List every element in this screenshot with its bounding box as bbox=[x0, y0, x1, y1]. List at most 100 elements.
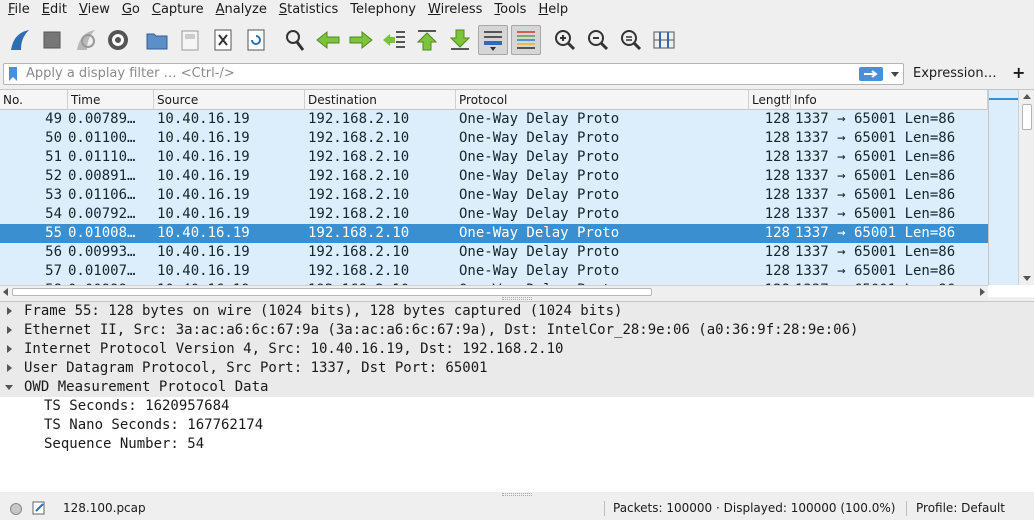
expert-info-icon[interactable] bbox=[10, 503, 22, 515]
first-packet-icon[interactable] bbox=[412, 25, 442, 55]
pane-splitter-bottom[interactable] bbox=[502, 493, 532, 496]
packet-cell-info: 1337 → 65001 Len=86 bbox=[795, 111, 956, 127]
detail-tree-item[interactable]: OWD Measurement Protocol Data bbox=[0, 378, 1034, 397]
menu-view[interactable]: View bbox=[73, 0, 116, 20]
close-file-icon[interactable] bbox=[208, 25, 238, 55]
scroll-left-icon[interactable] bbox=[3, 288, 8, 296]
capture-options-icon[interactable] bbox=[103, 25, 133, 55]
column-header-info[interactable]: Info bbox=[791, 90, 988, 110]
packet-cell-proto: One-Way Delay Proto bbox=[459, 130, 620, 146]
packet-row[interactable]: 54 0.00792… 10.40.16.19 192.168.2.10 One-Way… bbox=[0, 205, 988, 224]
packet-cell-no: 52 bbox=[45, 168, 62, 184]
column-header-time[interactable]: Time bbox=[68, 90, 154, 110]
colorize-icon[interactable] bbox=[511, 25, 541, 55]
column-header-source[interactable]: Source bbox=[154, 90, 305, 110]
packet-cell-proto: One-Way Delay Proto bbox=[459, 244, 620, 260]
last-packet-icon[interactable] bbox=[445, 25, 475, 55]
scroll-right-icon[interactable] bbox=[980, 288, 985, 296]
menu-edit[interactable]: Edit bbox=[36, 0, 73, 20]
packet-row[interactable]: 53 0.01106… 10.40.16.19 192.168.2.10 One-Way… bbox=[0, 186, 988, 205]
detail-tree-item[interactable]: Frame 55: 128 bytes on wire (1024 bits),… bbox=[0, 302, 1034, 321]
packet-minimap[interactable] bbox=[988, 90, 1019, 285]
packet-cell-proto: One-Way Delay Proto bbox=[459, 263, 620, 279]
packet-cell-time: 0.00789… bbox=[68, 111, 136, 127]
packet-row[interactable]: 52 0.00891… 10.40.16.19 192.168.2.10 One-Way… bbox=[0, 167, 988, 186]
collapsed-arrow-icon[interactable] bbox=[7, 345, 12, 353]
menu-help[interactable]: Help bbox=[532, 0, 574, 20]
menu-wireless[interactable]: Wireless bbox=[422, 0, 488, 20]
reload-file-icon[interactable] bbox=[241, 25, 271, 55]
detail-tree-label: OWD Measurement Protocol Data bbox=[24, 379, 269, 395]
go-to-packet-icon[interactable] bbox=[379, 25, 409, 55]
status-file-name: 128.100.pcap bbox=[63, 501, 146, 515]
display-filter-input[interactable]: Apply a display filter … <Ctrl-/> bbox=[3, 63, 904, 85]
packet-list-vertical-scrollbar[interactable] bbox=[1018, 90, 1034, 285]
expanded-arrow-icon[interactable] bbox=[5, 385, 13, 390]
menu-file[interactable]: File bbox=[2, 0, 36, 20]
collapsed-arrow-icon[interactable] bbox=[7, 307, 12, 315]
detail-field[interactable]: TS Seconds: 1620957684 bbox=[0, 397, 1034, 416]
pane-splitter[interactable] bbox=[502, 297, 532, 300]
find-packet-icon[interactable] bbox=[280, 25, 310, 55]
column-header-length[interactable]: Length bbox=[749, 90, 791, 110]
detail-tree-item[interactable]: User Datagram Protocol, Src Port: 1337, … bbox=[0, 359, 1034, 378]
column-header-destination[interactable]: Destination bbox=[305, 90, 456, 110]
apply-filter-icon[interactable] bbox=[859, 67, 883, 81]
detail-tree-item[interactable]: Ethernet II, Src: 3a:ac:a6:6c:67:9a (3a:… bbox=[0, 321, 1034, 340]
capture-comment-icon[interactable] bbox=[32, 501, 46, 515]
status-divider bbox=[906, 501, 907, 516]
scroll-thumb[interactable] bbox=[1022, 104, 1032, 130]
scroll-down-icon[interactable] bbox=[1023, 276, 1031, 281]
save-file-icon[interactable] bbox=[175, 25, 205, 55]
packet-row[interactable]: 56 0.00993… 10.40.16.19 192.168.2.10 One-Way… bbox=[0, 243, 988, 262]
packet-row[interactable]: 57 0.01007… 10.40.16.19 192.168.2.10 One-Way… bbox=[0, 262, 988, 281]
packet-row[interactable]: 50 0.01100… 10.40.16.19 192.168.2.10 One-Way… bbox=[0, 129, 988, 148]
packet-cell-time: 0.00993… bbox=[68, 244, 136, 260]
column-header-protocol[interactable]: Protocol bbox=[456, 90, 749, 110]
start-capture-icon[interactable] bbox=[4, 25, 34, 55]
menu-analyze[interactable]: Analyze bbox=[210, 0, 273, 20]
detail-field[interactable]: TS Nano Seconds: 167762174 bbox=[0, 416, 1034, 435]
resize-columns-icon[interactable] bbox=[649, 25, 679, 55]
packet-row-selected[interactable]: 55 0.01008… 10.40.16.19 192.168.2.10 One-Way… bbox=[0, 224, 988, 243]
packet-row[interactable]: 51 0.01110… 10.40.16.19 192.168.2.10 One-Way… bbox=[0, 148, 988, 167]
scroll-up-icon[interactable] bbox=[1023, 94, 1031, 99]
open-file-icon[interactable] bbox=[142, 25, 172, 55]
zoom-out-icon[interactable] bbox=[583, 25, 613, 55]
collapsed-arrow-icon[interactable] bbox=[7, 326, 12, 334]
restart-capture-icon[interactable] bbox=[70, 25, 100, 55]
column-header-no[interactable]: No. bbox=[0, 90, 68, 110]
menu-tools[interactable]: Tools bbox=[488, 0, 532, 20]
menu-telephony[interactable]: Telephony bbox=[344, 0, 422, 20]
menu-accelerator: C bbox=[151, 2, 161, 17]
zoom-normal-icon[interactable] bbox=[616, 25, 646, 55]
packet-cell-dst: 192.168.2.10 bbox=[308, 244, 410, 260]
packet-cell-src: 10.40.16.19 bbox=[157, 168, 250, 184]
menu-label: iew bbox=[87, 2, 110, 17]
bookmark-icon[interactable] bbox=[8, 67, 18, 81]
stop-capture-icon[interactable] bbox=[37, 25, 67, 55]
packet-cell-no: 57 bbox=[45, 263, 62, 279]
packet-cell-len: 128 bbox=[764, 263, 790, 279]
menu-accelerator: E bbox=[41, 2, 50, 17]
main-toolbar bbox=[0, 20, 1034, 60]
menu-statistics[interactable]: Statistics bbox=[273, 0, 344, 20]
go-forward-icon[interactable] bbox=[346, 25, 376, 55]
go-back-icon[interactable] bbox=[313, 25, 343, 55]
autoscroll-icon[interactable] bbox=[478, 25, 508, 55]
packet-row[interactable]: 49 0.00789… 10.40.16.19 192.168.2.10 One-Way… bbox=[0, 110, 988, 129]
status-profile[interactable]: Profile: Default bbox=[916, 497, 1005, 520]
horizontal-scroll-thumb[interactable] bbox=[12, 288, 652, 296]
collapsed-arrow-icon[interactable] bbox=[7, 364, 12, 372]
detail-field[interactable]: Sequence Number: 54 bbox=[0, 435, 1034, 454]
detail-tree-item[interactable]: Internet Protocol Version 4, Src: 10.40.… bbox=[0, 340, 1034, 359]
zoom-in-icon[interactable] bbox=[550, 25, 580, 55]
packet-cell-proto: One-Way Delay Proto bbox=[459, 111, 620, 127]
menu-label: ile bbox=[14, 2, 30, 17]
menu-go[interactable]: Go bbox=[116, 0, 146, 20]
expression-button[interactable]: Expression… bbox=[913, 66, 997, 81]
filter-history-dropdown-icon[interactable] bbox=[891, 72, 899, 77]
add-filter-button[interactable]: + bbox=[1012, 63, 1025, 82]
menu-capture[interactable]: Capture bbox=[146, 0, 210, 20]
packet-list-horizontal-scrollbar[interactable] bbox=[0, 285, 988, 298]
